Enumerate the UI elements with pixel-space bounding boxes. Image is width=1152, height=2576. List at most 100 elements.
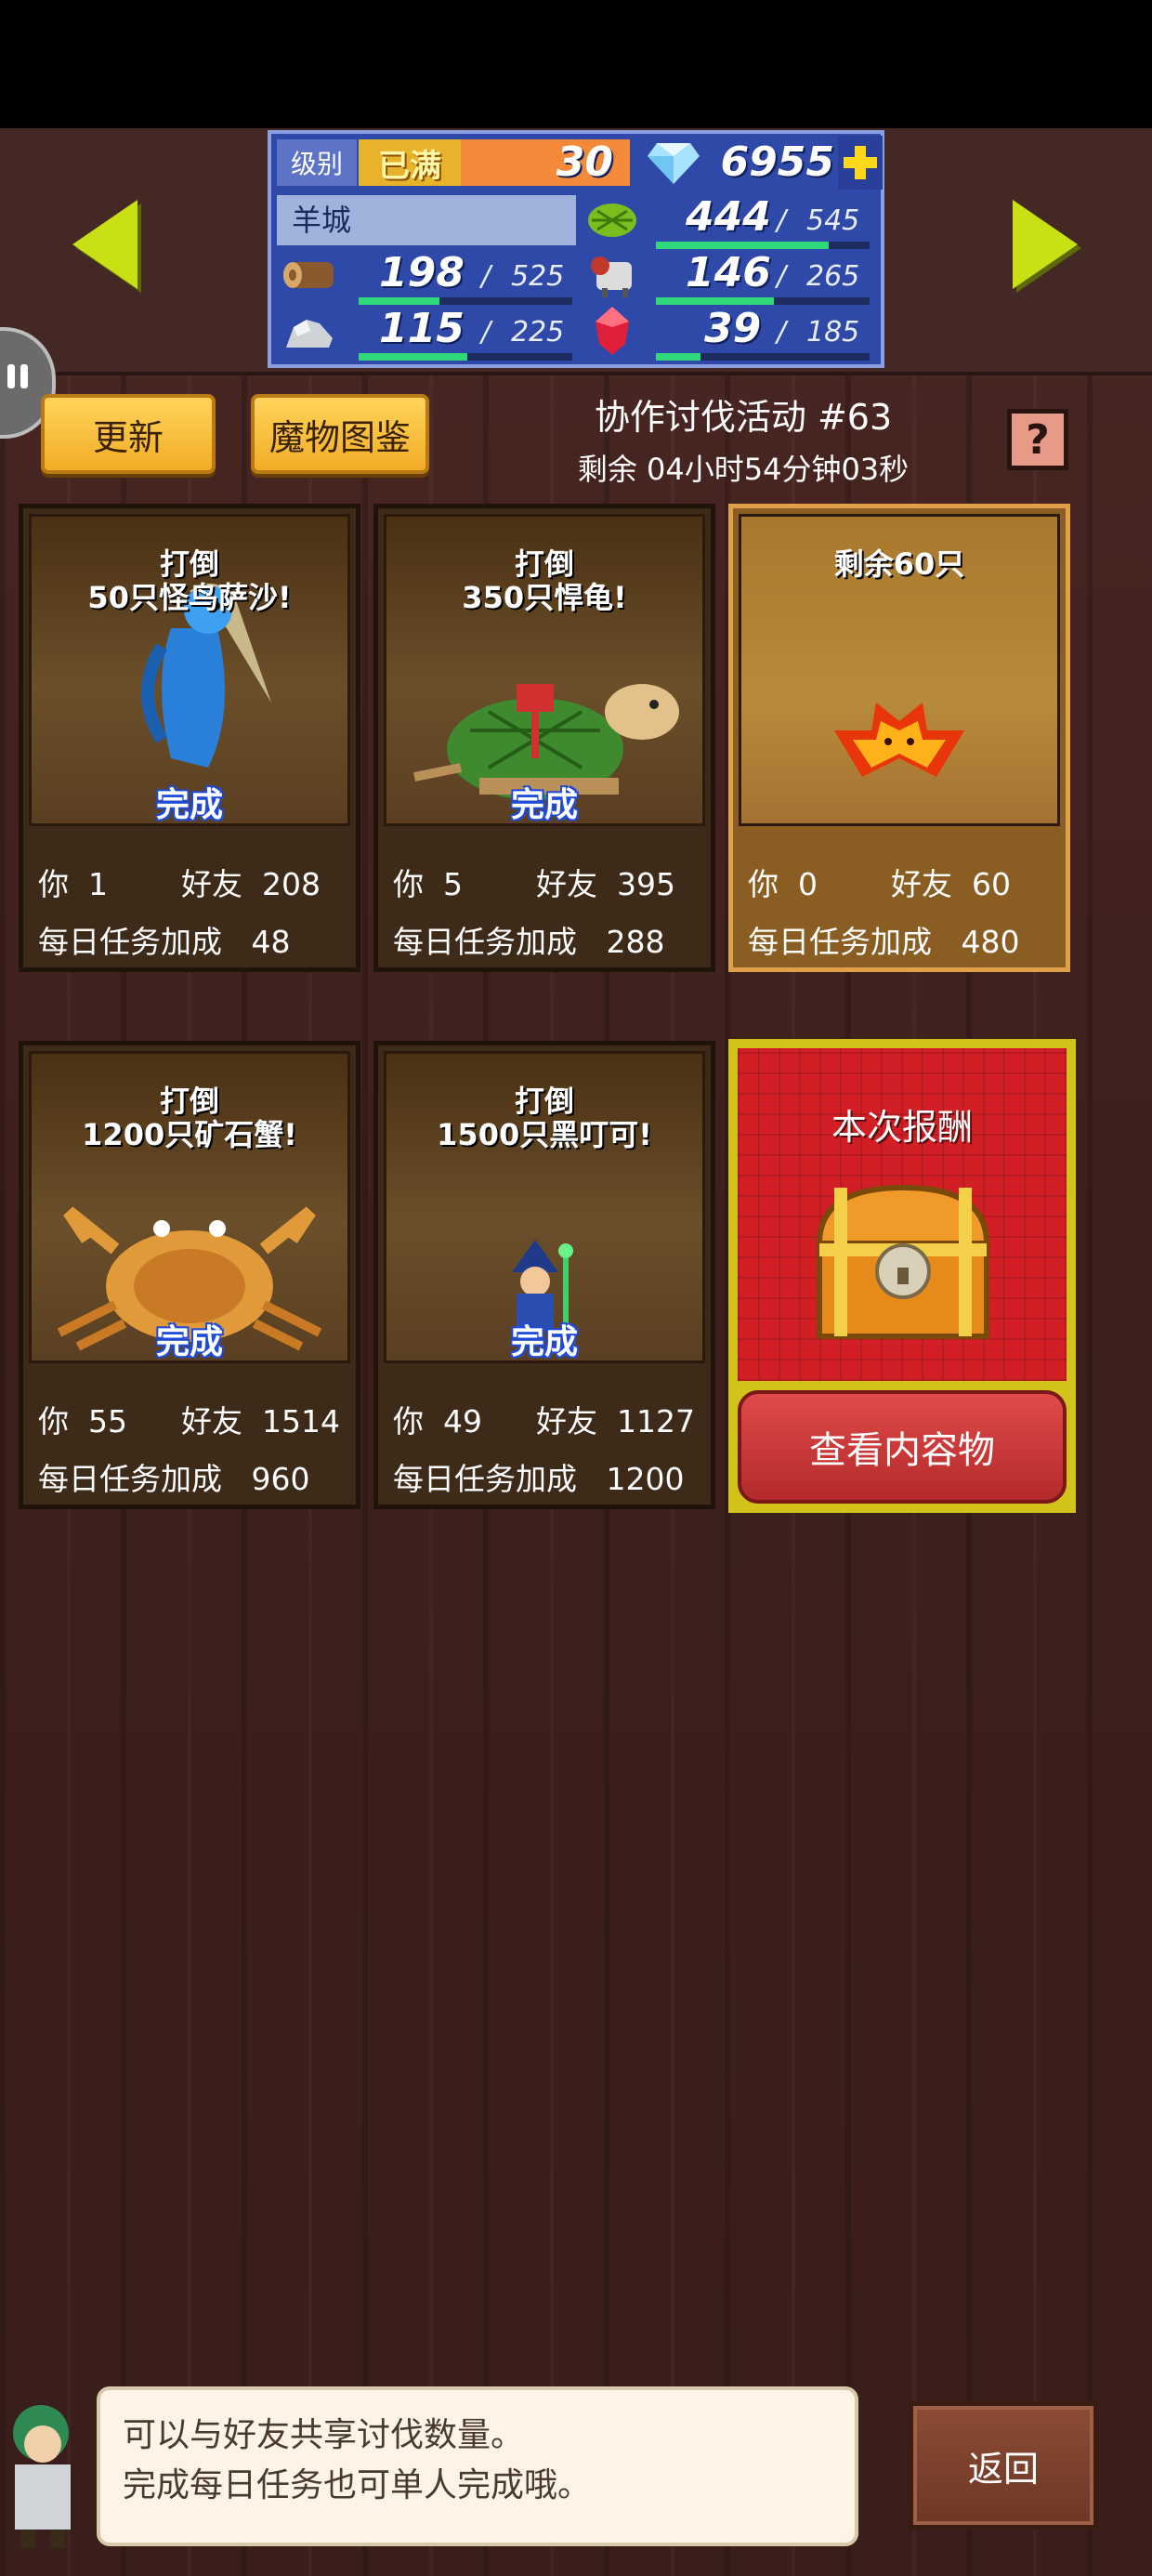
res1-max: 545 — [806, 204, 860, 237]
daily-bonus-value: 1200 — [606, 1461, 685, 1497]
quest-card-active[interactable]: 剩余60只 你 0 好友 60 每日任务加成 480 — [728, 504, 1070, 972]
res3-max: 265 — [806, 260, 860, 293]
quest-bonus: 每日任务加成 480 — [748, 917, 1064, 962]
quest-counts: 你 1 好友 208 — [38, 860, 354, 904]
quest-bonus: 每日任务加成 1200 — [393, 1454, 709, 1499]
stone-value: 115 — [379, 305, 465, 352]
reward-title: 本次报酬 — [831, 1107, 973, 1148]
quest-card[interactable]: 打倒 50只怪鸟萨沙! 完成 你 1 好友 208 每日任务加成 48 — [19, 504, 360, 972]
friends-count: 208 — [261, 866, 321, 902]
quest-complete-label: 完成 — [510, 1323, 578, 1361]
status-bar-area — [0, 0, 1152, 128]
friends-label: 好友 — [536, 1403, 597, 1439]
diamond-icon — [641, 138, 706, 190]
daily-bonus-value: 480 — [961, 924, 1020, 960]
friends-count: 60 — [971, 866, 1011, 902]
daily-bonus-label: 每日任务加成 — [393, 1461, 577, 1497]
tip-bubble: 可以与好友共享讨伐数量。 完成每日任务也可单人完成哦。 — [97, 2386, 858, 2546]
town-name: 羊城 — [277, 195, 576, 245]
quest-bonus: 每日任务加成 960 — [38, 1454, 354, 1499]
stone-icon — [277, 305, 342, 357]
view-contents-button[interactable]: 查看内容物 — [738, 1390, 1067, 1504]
treasure-chest-icon — [816, 1184, 990, 1339]
reward-panel: 本次报酬 查看内容物 — [728, 1039, 1076, 1513]
quest-card[interactable]: 打倒 1200只矿石蟹! 完成 你 55 好友 1514 每日任务加成 960 — [19, 1041, 360, 1509]
stone-max: 225 — [511, 316, 565, 348]
tip-line-1: 可以与好友共享讨伐数量。 — [123, 2416, 525, 2454]
quest-card[interactable]: 打倒 1500只黑叮可! 完成 你 49 好友 1127 每日任务加成 1200 — [373, 1041, 715, 1509]
quest-complete-label: 完成 — [155, 786, 223, 824]
ruby-value: 39 — [704, 305, 762, 352]
friends-label: 好友 — [891, 866, 952, 902]
ruby-max: 185 — [806, 316, 860, 348]
daily-bonus-label: 每日任务加成 — [748, 924, 932, 960]
quest-counts: 你 5 好友 395 — [393, 860, 709, 904]
refresh-button[interactable]: 更新 — [41, 394, 216, 474]
pause-icon — [7, 364, 15, 388]
res3-readout: 146 / 265 — [648, 247, 871, 299]
you-label: 你 — [393, 866, 424, 902]
daily-bonus-value: 48 — [251, 924, 291, 960]
stone-sep: / — [481, 316, 491, 348]
quest-title: 打倒 1200只矿石蟹! — [82, 1084, 297, 1152]
event-title: 协作讨伐活动 #63 — [594, 397, 893, 438]
you-label: 你 — [748, 866, 779, 902]
res1-sep: / — [777, 204, 787, 237]
quest-title: 打倒 1500只黑叮可! — [437, 1084, 652, 1152]
you-count: 49 — [442, 1403, 482, 1439]
wood-readout: 198 / 525 — [351, 247, 583, 299]
quest-title: 剩余60只 — [833, 546, 965, 582]
friends-label: 好友 — [181, 1403, 242, 1439]
npc-avatar — [13, 2405, 71, 2548]
res3-value: 146 — [686, 249, 771, 296]
friends-count: 1127 — [616, 1403, 695, 1439]
quest-bonus: 每日任务加成 288 — [393, 917, 709, 962]
you-count: 1 — [87, 866, 108, 902]
res1-value: 444 — [686, 193, 771, 241]
daily-bonus-value: 960 — [251, 1461, 310, 1497]
stone-bar — [359, 353, 572, 361]
bestiary-button[interactable]: 魔物图鉴 — [251, 394, 429, 474]
you-label: 你 — [393, 1403, 424, 1439]
res3-sep: / — [777, 260, 787, 293]
gem-count: 6955 — [720, 138, 834, 186]
help-button[interactable]: ? — [1007, 409, 1068, 470]
quest-complete-label: 完成 — [510, 786, 578, 824]
ruby-readout: 39 / 185 — [648, 303, 871, 355]
next-arrow-icon[interactable] — [1013, 200, 1078, 289]
back-button[interactable]: 返回 — [909, 2401, 1098, 2530]
you-count: 55 — [87, 1403, 127, 1439]
daily-bonus-label: 每日任务加成 — [38, 924, 222, 960]
wood-sep: / — [481, 260, 491, 293]
ruby-sep: / — [777, 316, 787, 348]
friends-label: 好友 — [181, 866, 242, 902]
res1-readout: 444 / 545 — [648, 191, 871, 243]
prev-arrow-icon[interactable] — [72, 200, 137, 289]
plus-icon[interactable] — [838, 136, 883, 190]
grass-icon — [580, 193, 645, 245]
friends-count: 395 — [616, 866, 675, 902]
max-level-badge: 已满 — [359, 139, 461, 186]
you-count: 5 — [442, 866, 463, 902]
daily-bonus-label: 每日任务加成 — [393, 924, 577, 960]
quest-card[interactable]: 打倒 350只悍龟! 完成 你 5 好友 395 每日任务加成 288 — [373, 504, 715, 972]
pause-icon — [20, 364, 28, 388]
quest-bonus: 每日任务加成 48 — [38, 917, 354, 962]
reward-art: 本次报酬 — [738, 1048, 1067, 1381]
level-label: 级别 — [277, 139, 357, 186]
daily-bonus-value: 288 — [606, 924, 665, 960]
you-label: 你 — [38, 1403, 69, 1439]
daily-bonus-label: 每日任务加成 — [38, 1461, 222, 1497]
flame-bat-monster-icon — [834, 703, 964, 777]
ruby-icon — [580, 305, 645, 357]
stone-readout: 115 / 225 — [351, 303, 583, 355]
quest-title: 打倒 350只悍龟! — [462, 546, 627, 615]
resource-panel: 级别 已满 30 6955 羊城 444 / 545 198 / 525 146… — [268, 130, 884, 368]
tip-line-2: 完成每日任务也可单人完成哦。 — [123, 2466, 592, 2504]
level-value: 30 — [461, 139, 630, 186]
you-count: 0 — [797, 866, 818, 902]
event-remaining-time: 剩余 04小时54分钟03秒 — [577, 452, 910, 487]
friends-label: 好友 — [536, 866, 597, 902]
friends-count: 1514 — [261, 1403, 340, 1439]
quest-title: 打倒 50只怪鸟萨沙! — [87, 546, 292, 615]
